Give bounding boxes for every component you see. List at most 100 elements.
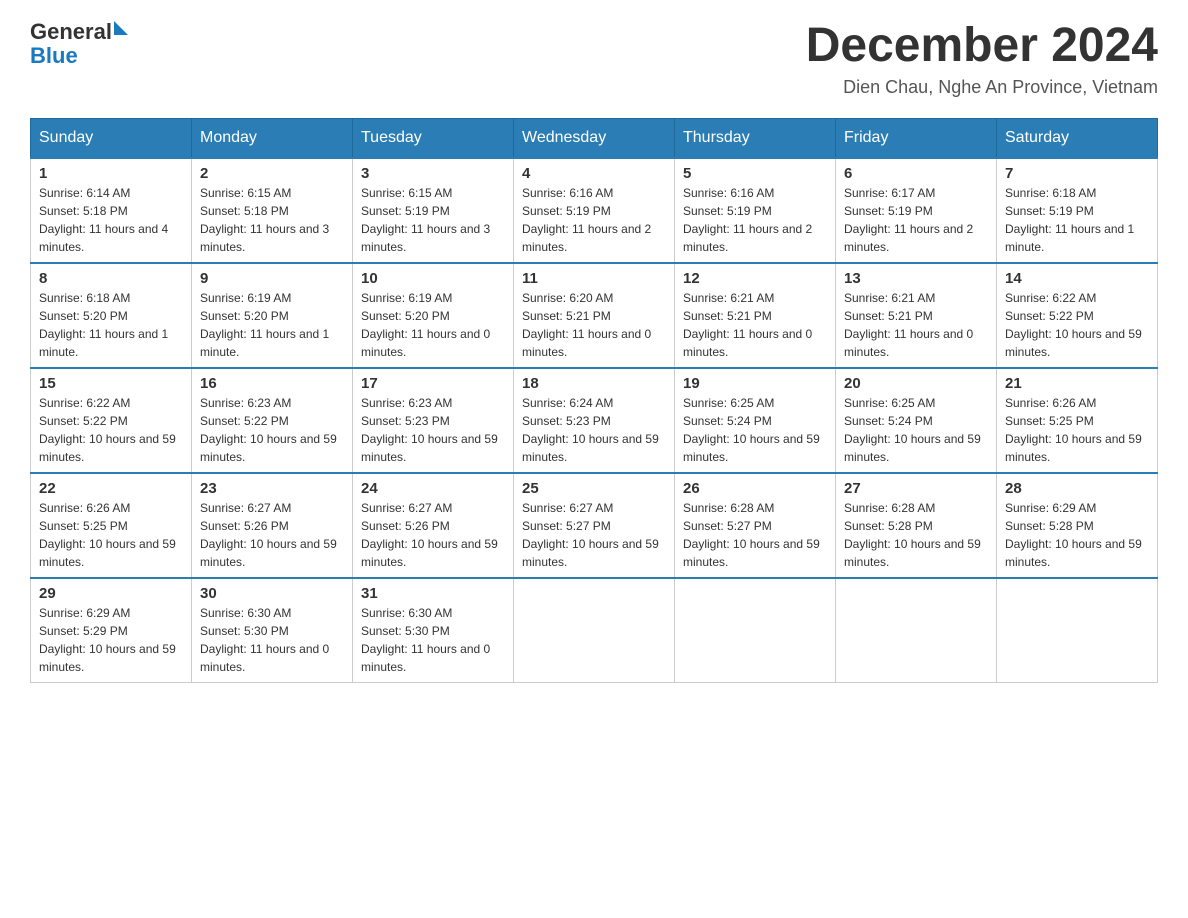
day-number: 22 <box>39 480 183 497</box>
day-cell-15: 15 Sunrise: 6:22 AMSunset: 5:22 PMDaylig… <box>31 368 192 473</box>
week-row-1: 1 Sunrise: 6:14 AMSunset: 5:18 PMDayligh… <box>31 158 1158 263</box>
day-info: Sunrise: 6:20 AMSunset: 5:21 PMDaylight:… <box>522 291 651 359</box>
day-cell-1: 1 Sunrise: 6:14 AMSunset: 5:18 PMDayligh… <box>31 158 192 263</box>
day-cell-19: 19 Sunrise: 6:25 AMSunset: 5:24 PMDaylig… <box>675 368 836 473</box>
day-cell-3: 3 Sunrise: 6:15 AMSunset: 5:19 PMDayligh… <box>353 158 514 263</box>
day-info: Sunrise: 6:16 AMSunset: 5:19 PMDaylight:… <box>522 186 651 254</box>
day-number: 3 <box>361 165 505 182</box>
day-info: Sunrise: 6:21 AMSunset: 5:21 PMDaylight:… <box>683 291 812 359</box>
day-info: Sunrise: 6:19 AMSunset: 5:20 PMDaylight:… <box>361 291 490 359</box>
day-info: Sunrise: 6:16 AMSunset: 5:19 PMDaylight:… <box>683 186 812 254</box>
day-cell-2: 2 Sunrise: 6:15 AMSunset: 5:18 PMDayligh… <box>192 158 353 263</box>
day-info: Sunrise: 6:30 AMSunset: 5:30 PMDaylight:… <box>200 606 329 674</box>
day-cell-22: 22 Sunrise: 6:26 AMSunset: 5:25 PMDaylig… <box>31 473 192 578</box>
day-cell-27: 27 Sunrise: 6:28 AMSunset: 5:28 PMDaylig… <box>836 473 997 578</box>
day-cell-6: 6 Sunrise: 6:17 AMSunset: 5:19 PMDayligh… <box>836 158 997 263</box>
day-cell-26: 26 Sunrise: 6:28 AMSunset: 5:27 PMDaylig… <box>675 473 836 578</box>
day-number: 4 <box>522 165 666 182</box>
day-number: 7 <box>1005 165 1149 182</box>
day-info: Sunrise: 6:27 AMSunset: 5:27 PMDaylight:… <box>522 501 659 569</box>
day-number: 9 <box>200 270 344 287</box>
day-number: 30 <box>200 585 344 602</box>
day-number: 29 <box>39 585 183 602</box>
day-number: 11 <box>522 270 666 287</box>
day-cell-7: 7 Sunrise: 6:18 AMSunset: 5:19 PMDayligh… <box>997 158 1158 263</box>
day-cell-12: 12 Sunrise: 6:21 AMSunset: 5:21 PMDaylig… <box>675 263 836 368</box>
day-number: 10 <box>361 270 505 287</box>
calendar-header: SundayMondayTuesdayWednesdayThursdayFrid… <box>31 118 1158 158</box>
day-info: Sunrise: 6:23 AMSunset: 5:23 PMDaylight:… <box>361 396 498 464</box>
day-number: 19 <box>683 375 827 392</box>
day-info: Sunrise: 6:15 AMSunset: 5:19 PMDaylight:… <box>361 186 490 254</box>
day-number: 17 <box>361 375 505 392</box>
day-number: 24 <box>361 480 505 497</box>
weekday-header-row: SundayMondayTuesdayWednesdayThursdayFrid… <box>31 118 1158 158</box>
day-cell-9: 9 Sunrise: 6:19 AMSunset: 5:20 PMDayligh… <box>192 263 353 368</box>
weekday-header-monday: Monday <box>192 118 353 158</box>
day-info: Sunrise: 6:22 AMSunset: 5:22 PMDaylight:… <box>39 396 176 464</box>
day-number: 13 <box>844 270 988 287</box>
day-cell-20: 20 Sunrise: 6:25 AMSunset: 5:24 PMDaylig… <box>836 368 997 473</box>
logo-blue-text: Blue <box>30 43 78 68</box>
empty-cell <box>514 578 675 683</box>
day-cell-18: 18 Sunrise: 6:24 AMSunset: 5:23 PMDaylig… <box>514 368 675 473</box>
day-number: 5 <box>683 165 827 182</box>
day-info: Sunrise: 6:29 AMSunset: 5:29 PMDaylight:… <box>39 606 176 674</box>
day-info: Sunrise: 6:17 AMSunset: 5:19 PMDaylight:… <box>844 186 973 254</box>
day-info: Sunrise: 6:18 AMSunset: 5:20 PMDaylight:… <box>39 291 168 359</box>
week-row-3: 15 Sunrise: 6:22 AMSunset: 5:22 PMDaylig… <box>31 368 1158 473</box>
day-cell-13: 13 Sunrise: 6:21 AMSunset: 5:21 PMDaylig… <box>836 263 997 368</box>
day-number: 12 <box>683 270 827 287</box>
day-info: Sunrise: 6:19 AMSunset: 5:20 PMDaylight:… <box>200 291 329 359</box>
day-number: 18 <box>522 375 666 392</box>
day-number: 14 <box>1005 270 1149 287</box>
day-cell-24: 24 Sunrise: 6:27 AMSunset: 5:26 PMDaylig… <box>353 473 514 578</box>
weekday-header-friday: Friday <box>836 118 997 158</box>
day-cell-11: 11 Sunrise: 6:20 AMSunset: 5:21 PMDaylig… <box>514 263 675 368</box>
week-row-5: 29 Sunrise: 6:29 AMSunset: 5:29 PMDaylig… <box>31 578 1158 683</box>
day-info: Sunrise: 6:26 AMSunset: 5:25 PMDaylight:… <box>39 501 176 569</box>
empty-cell <box>836 578 997 683</box>
day-number: 21 <box>1005 375 1149 392</box>
week-row-4: 22 Sunrise: 6:26 AMSunset: 5:25 PMDaylig… <box>31 473 1158 578</box>
day-info: Sunrise: 6:25 AMSunset: 5:24 PMDaylight:… <box>844 396 981 464</box>
day-info: Sunrise: 6:23 AMSunset: 5:22 PMDaylight:… <box>200 396 337 464</box>
location-title: Dien Chau, Nghe An Province, Vietnam <box>806 77 1158 98</box>
day-number: 15 <box>39 375 183 392</box>
day-number: 31 <box>361 585 505 602</box>
day-cell-29: 29 Sunrise: 6:29 AMSunset: 5:29 PMDaylig… <box>31 578 192 683</box>
header: General Blue December 2024 Dien Chau, Ng… <box>30 20 1158 98</box>
day-number: 2 <box>200 165 344 182</box>
day-info: Sunrise: 6:27 AMSunset: 5:26 PMDaylight:… <box>200 501 337 569</box>
empty-cell <box>675 578 836 683</box>
day-info: Sunrise: 6:18 AMSunset: 5:19 PMDaylight:… <box>1005 186 1134 254</box>
calendar-table: SundayMondayTuesdayWednesdayThursdayFrid… <box>30 118 1158 683</box>
day-cell-16: 16 Sunrise: 6:23 AMSunset: 5:22 PMDaylig… <box>192 368 353 473</box>
day-number: 25 <box>522 480 666 497</box>
day-cell-4: 4 Sunrise: 6:16 AMSunset: 5:19 PMDayligh… <box>514 158 675 263</box>
day-number: 23 <box>200 480 344 497</box>
week-row-2: 8 Sunrise: 6:18 AMSunset: 5:20 PMDayligh… <box>31 263 1158 368</box>
day-cell-8: 8 Sunrise: 6:18 AMSunset: 5:20 PMDayligh… <box>31 263 192 368</box>
day-number: 28 <box>1005 480 1149 497</box>
day-info: Sunrise: 6:14 AMSunset: 5:18 PMDaylight:… <box>39 186 168 254</box>
logo: General Blue <box>30 20 128 68</box>
day-info: Sunrise: 6:26 AMSunset: 5:25 PMDaylight:… <box>1005 396 1142 464</box>
day-info: Sunrise: 6:21 AMSunset: 5:21 PMDaylight:… <box>844 291 973 359</box>
day-info: Sunrise: 6:29 AMSunset: 5:28 PMDaylight:… <box>1005 501 1142 569</box>
weekday-header-sunday: Sunday <box>31 118 192 158</box>
day-info: Sunrise: 6:15 AMSunset: 5:18 PMDaylight:… <box>200 186 329 254</box>
day-cell-30: 30 Sunrise: 6:30 AMSunset: 5:30 PMDaylig… <box>192 578 353 683</box>
month-title: December 2024 <box>806 20 1158 73</box>
day-info: Sunrise: 6:28 AMSunset: 5:28 PMDaylight:… <box>844 501 981 569</box>
day-cell-23: 23 Sunrise: 6:27 AMSunset: 5:26 PMDaylig… <box>192 473 353 578</box>
day-cell-25: 25 Sunrise: 6:27 AMSunset: 5:27 PMDaylig… <box>514 473 675 578</box>
day-number: 27 <box>844 480 988 497</box>
day-number: 26 <box>683 480 827 497</box>
weekday-header-wednesday: Wednesday <box>514 118 675 158</box>
empty-cell <box>997 578 1158 683</box>
day-cell-21: 21 Sunrise: 6:26 AMSunset: 5:25 PMDaylig… <box>997 368 1158 473</box>
logo-general-text: General <box>30 20 112 44</box>
day-number: 8 <box>39 270 183 287</box>
day-cell-31: 31 Sunrise: 6:30 AMSunset: 5:30 PMDaylig… <box>353 578 514 683</box>
